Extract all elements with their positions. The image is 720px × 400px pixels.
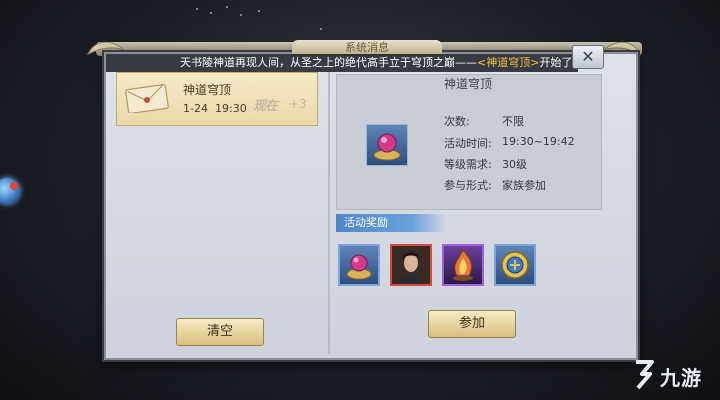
reward-flame-crystal-icon[interactable] [442, 244, 484, 286]
info-row-count: 次数: 不限 [444, 113, 524, 129]
detail-title: 神道穹顶 [443, 77, 492, 91]
info-label: 活动时间: [444, 137, 492, 150]
activity-plus-mark: +3 [289, 97, 307, 111]
clear-button[interactable]: 清空 [176, 318, 264, 346]
notification-dot [10, 182, 18, 190]
info-value: 家族参加 [502, 179, 546, 192]
info-value: 30级 [502, 158, 527, 171]
column-divider [328, 72, 330, 354]
marquee-text-before: 天书陵神道再现人间，从圣之上的绝代高手立于穹顶之巅—— [180, 56, 477, 69]
info-row-level: 等级需求: 30级 [444, 156, 527, 172]
reward-gem-pedestal-icon[interactable] [338, 244, 380, 286]
announcement-marquee: 天书陵神道再现人间，从圣之上的绝代高手立于穹顶之巅——<神道穹顶>开始了 [106, 54, 578, 72]
reward-header: 活动奖励 [336, 214, 446, 232]
info-value: 不限 [502, 115, 524, 128]
info-row-mode: 参与形式: 家族参加 [444, 177, 546, 193]
reward-jade-token-icon[interactable] [494, 244, 536, 286]
info-value: 19:30~19:42 [502, 135, 575, 148]
reward-character-portrait-icon[interactable] [390, 244, 432, 286]
activity-gem-icon [366, 124, 408, 166]
marquee-highlight: <神道穹顶> [477, 56, 540, 69]
envelope-icon [125, 83, 169, 113]
watermark-logo: 九游 [630, 358, 720, 394]
activity-list-item[interactable]: 神道穹顶 1-24 19:30 现在 +3 [116, 72, 318, 126]
info-label: 等级需求: [444, 158, 492, 171]
watermark-logo-icon [636, 360, 654, 390]
info-label: 次数: [444, 115, 470, 128]
info-label: 参与形式: [444, 179, 492, 192]
watermark-text: 九游 [660, 366, 702, 390]
info-row-time: 活动时间: 19:30~19:42 [444, 135, 575, 151]
close-button[interactable]: ✕ [572, 45, 604, 69]
join-button[interactable]: 参加 [428, 310, 516, 338]
activity-date: 1-24 [183, 102, 208, 115]
activity-title: 神道穹顶 [183, 83, 232, 97]
side-orb-icon[interactable] [0, 178, 20, 204]
activity-time: 19:30 [215, 102, 247, 115]
marquee-text-after: 开始了 [539, 56, 573, 69]
activity-status-mark: 现在 [253, 99, 278, 114]
